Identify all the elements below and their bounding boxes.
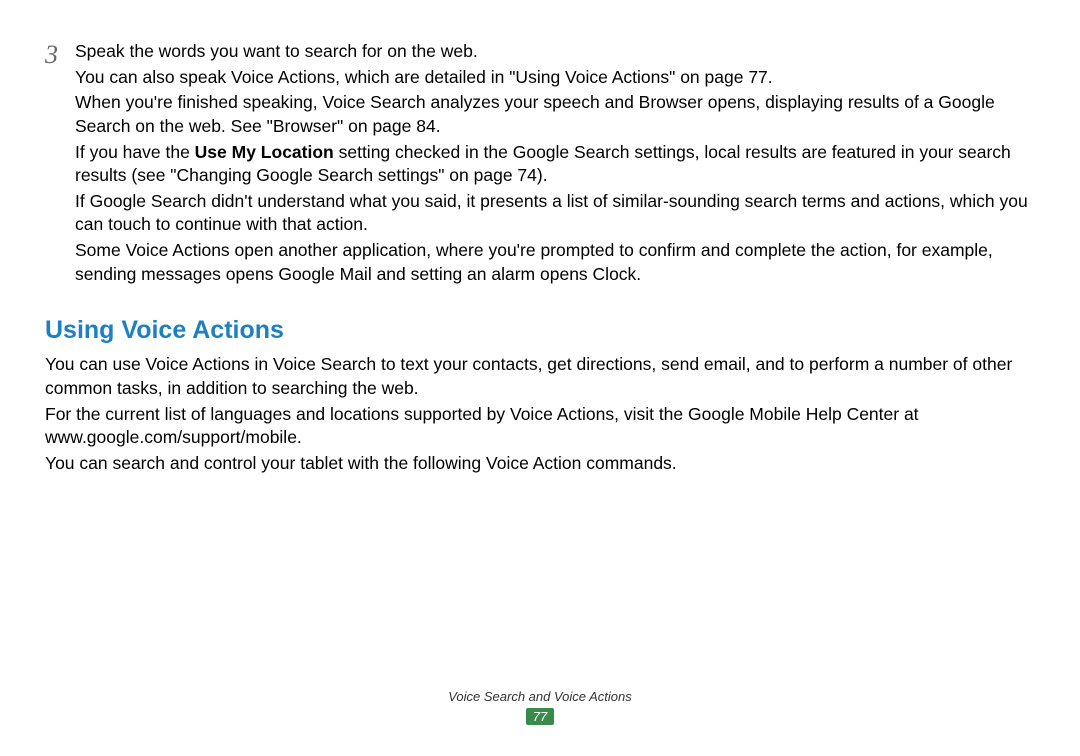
- step-line-5: If Google Search didn't understand what …: [75, 190, 1035, 237]
- step-content: Speak the words you want to search for o…: [75, 40, 1035, 288]
- page-number-badge: 77: [526, 708, 554, 725]
- step-3-block: 3 Speak the words you want to search for…: [45, 40, 1035, 288]
- section-p1: You can use Voice Actions in Voice Searc…: [45, 353, 1035, 400]
- step-line-2: You can also speak Voice Actions, which …: [75, 66, 1035, 90]
- use-my-location-bold: Use My Location: [195, 142, 334, 162]
- step-line-6: Some Voice Actions open another applicat…: [75, 239, 1035, 286]
- page-footer: Voice Search and Voice Actions 77: [0, 689, 1080, 726]
- step-line-3: When you're finished speaking, Voice Sea…: [75, 91, 1035, 138]
- step-line-4: If you have the Use My Location setting …: [75, 141, 1035, 188]
- step-line-1: Speak the words you want to search for o…: [75, 40, 1035, 64]
- section-body: You can use Voice Actions in Voice Searc…: [45, 353, 1035, 475]
- section-p2: For the current list of languages and lo…: [45, 403, 1035, 450]
- section-heading-using-voice-actions: Using Voice Actions: [45, 316, 1035, 345]
- step-number: 3: [45, 40, 75, 68]
- section-p3: You can search and control your tablet w…: [45, 452, 1035, 476]
- footer-chapter-title: Voice Search and Voice Actions: [0, 689, 1080, 704]
- step-line-4a: If you have the: [75, 142, 195, 162]
